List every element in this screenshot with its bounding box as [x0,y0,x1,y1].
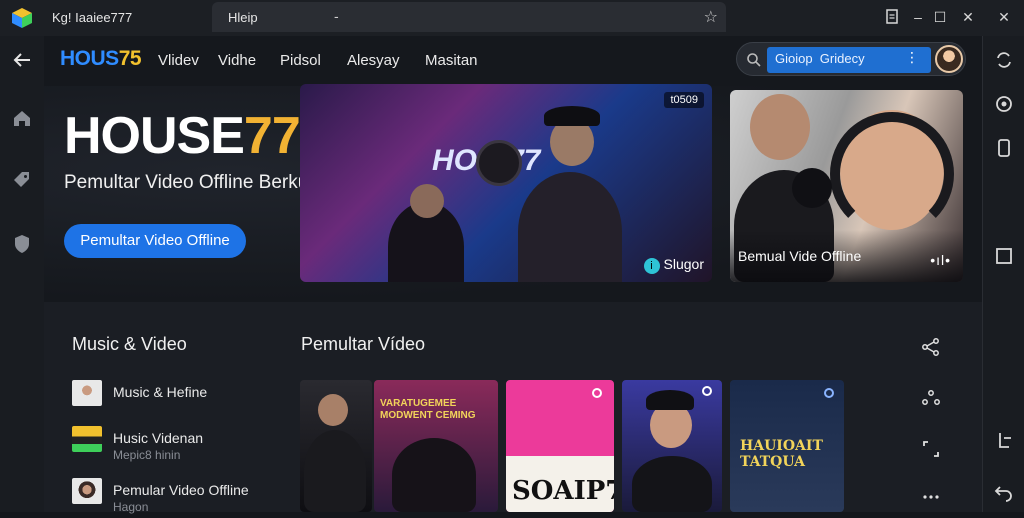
list-item-thumbnail [72,426,102,452]
side-caption: Bemual Vide Offline [738,248,862,264]
brand-text-part-a: HOUS [60,47,119,70]
list-item-sublabel: Mepic8 hinin [113,448,181,462]
share-alt-icon[interactable] [920,388,942,410]
list-item-label: Music & Hefine [113,384,208,400]
tile-1-face [318,394,348,426]
hero-title: HOUSE777 [64,106,329,166]
square-icon[interactable] [992,244,1016,268]
phone-icon[interactable] [992,136,1016,160]
undo-icon[interactable] [992,480,1016,504]
hero-title-white: HOUSE [64,107,245,165]
music-video-title: Music & Video [72,334,187,354]
video-tile-2[interactable]: VARATUGEMEE MODWENT CEMING [374,380,498,512]
restore-close-button[interactable]: ✕ [956,6,980,28]
sync-icon[interactable] [992,48,1016,72]
more-options-icon[interactable]: ⋮ [905,49,919,66]
featured-caption: i Slugor [643,256,704,274]
performer-figure-2 [518,172,622,282]
info-icon: i [643,258,660,274]
tile-2-figure [392,438,476,512]
app-logo-icon [12,8,32,28]
title-bar: Kg! Iaaiee777 Hleip - ☆ – ☐ ✕ ✕ [0,0,1024,36]
top-nav: HOUS75 Vlidev Vidhe Pidsol Alesyay Masit… [44,36,982,86]
microphone-shape [792,168,832,208]
video-tile-1[interactable] [300,380,372,512]
search-icon [747,53,761,67]
clipboard-icon[interactable] [880,6,904,28]
share-icon[interactable] [920,336,942,358]
man-face [750,94,810,160]
back-arrow-icon[interactable] [10,48,34,72]
more-icon[interactable] [920,486,942,508]
list-item-thumbnail [72,478,102,504]
nav-item-4[interactable]: Alesyay [347,52,400,69]
shield-icon[interactable] [10,232,34,256]
tag-icon[interactable] [10,168,34,192]
offline-player-button[interactable]: Pemultar Video Offline [64,224,246,258]
cap-shape [544,106,600,126]
bookmark-star-icon[interactable]: ☆ [704,7,718,27]
tile-4-indicator-icon [702,386,712,396]
tile-1-figure [304,430,366,512]
home-icon[interactable] [10,106,34,130]
exit-icon[interactable] [992,428,1016,452]
brand-logo[interactable]: HOUS75 [60,47,142,71]
nav-item-3[interactable]: Pidsol [280,52,321,69]
left-rail [0,36,44,512]
tab-dash: - [334,8,339,24]
list-item[interactable]: Music & Hefine [72,380,292,420]
tile-4-figure [632,456,712,512]
tile-5-title: HAUIOAIT TATQUA [740,438,823,470]
duration-badge: t0509 [664,92,704,108]
video-tile-3[interactable]: SOAIP7 [506,380,614,512]
brand-text-part-b: 75 [118,47,142,70]
minimize-button[interactable]: – [906,6,930,28]
search-bar[interactable]: Gioiop Gridecy ⋮ [736,42,966,76]
drum-shape [476,140,522,186]
nav-item-1[interactable]: Vlidev [158,52,199,69]
expand-icon[interactable] [920,438,942,460]
video-player-title: Pemultar Vídeo [301,334,426,354]
video-tile-4[interactable] [622,380,722,512]
video-tile-5[interactable]: HAUIOAIT TATQUA [730,380,844,512]
tile-5-indicator-icon [824,388,834,398]
right-rail [982,36,1024,512]
headphones-shape [830,112,954,236]
list-item-thumbnail [72,380,102,406]
featured-video-card[interactable]: HOU 77 t0509 i Slugor [300,84,712,282]
close-button[interactable]: ✕ [992,6,1016,28]
list-item[interactable]: Husic Videnan Mepic8 hinin [72,426,292,466]
window-title: Kg! Iaaiee777 [52,10,133,25]
nav-item-2[interactable]: Vidhe [218,52,256,69]
list-item-label: Pemular Video Offline [113,482,249,498]
tile-4-cap [646,390,694,410]
list-item-label: Husic Videnan [113,430,204,446]
tile-2-title: VARATUGEMEE MODWENT CEMING [380,398,476,421]
audio-wave-icon: •ıl• [930,252,951,268]
tab-help[interactable]: Hleip - ☆ [212,2,726,32]
list-item[interactable]: Pemular Video Offline Hagon [72,478,292,518]
performer-head-1 [410,184,444,218]
tile-3-indicator-icon [592,388,602,398]
nav-item-5[interactable]: Masitan [425,52,478,69]
user-avatar[interactable] [935,45,963,73]
record-icon[interactable] [992,92,1016,116]
side-video-card[interactable]: Bemual Vide Offline •ıl• [730,90,963,282]
tile-3-title: SOAIP7 [512,476,614,506]
maximize-button[interactable]: ☐ [928,6,952,28]
tab-help-label: Hleip [228,10,258,25]
featured-caption-text: Slugor [663,256,704,272]
